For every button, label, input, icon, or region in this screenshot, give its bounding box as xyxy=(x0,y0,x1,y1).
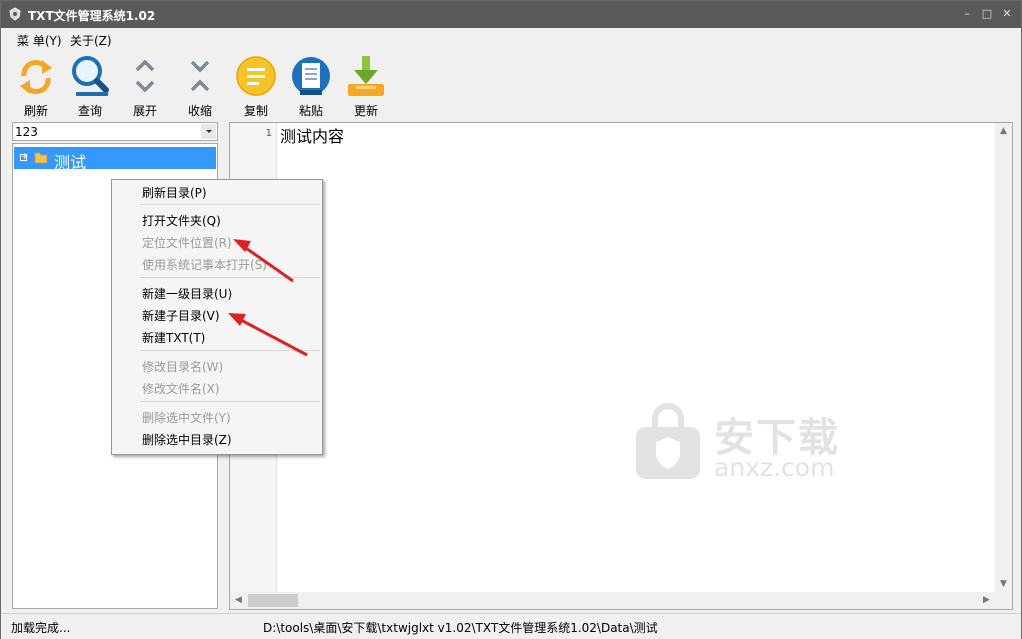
annotation-arrow xyxy=(233,239,294,283)
annotation-arrow xyxy=(228,313,308,357)
app-window: TXT文件管理系统1.02 – □ ✕ 菜 单(Y) 关于(Z) 刷新 查询 展… xyxy=(0,0,1022,639)
annotation-arrows xyxy=(228,239,308,357)
